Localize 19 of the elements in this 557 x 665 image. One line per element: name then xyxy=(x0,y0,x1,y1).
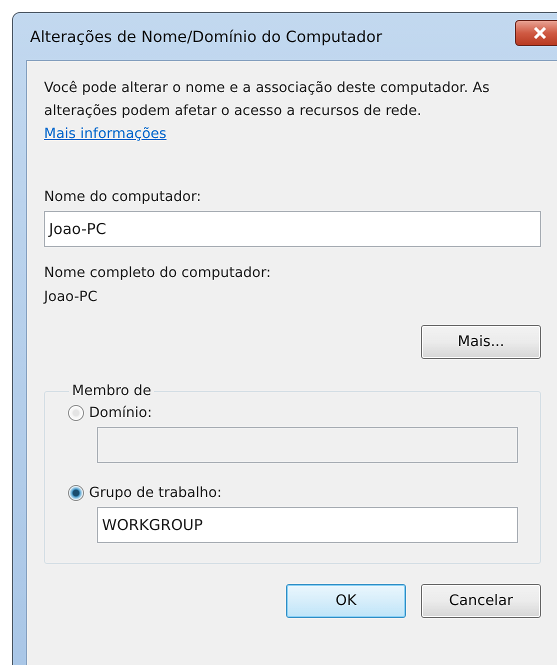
cancel-button[interactable]: Cancelar xyxy=(421,584,541,618)
full-name-text: Joao-PC xyxy=(44,289,98,305)
group-legend: Membro de xyxy=(69,383,154,399)
ok-button[interactable]: OK xyxy=(286,584,406,618)
more-info-link[interactable]: Mais informações xyxy=(44,126,166,142)
radio-button[interactable] xyxy=(68,405,84,421)
radio-label: Grupo de trabalho: xyxy=(89,485,222,501)
field-label: Nome completo do computador: xyxy=(44,265,272,281)
membership-field[interactable] xyxy=(97,427,518,463)
radio-button[interactable] xyxy=(68,485,84,501)
radio-label: Domínio: xyxy=(89,405,152,421)
computer-name-field[interactable]: Joao-PC xyxy=(44,211,541,247)
membership-field[interactable]: WORKGROUP xyxy=(97,507,518,543)
field-label: Nome do computador: xyxy=(44,189,202,205)
close-icon xyxy=(533,26,547,38)
close-button[interactable] xyxy=(515,20,557,46)
window-title: Alterações de Nome/Domínio do Computador xyxy=(30,28,382,46)
description-text: Você pode alterar o nome e a associação deste computador. As alterações podem afetar o acesso a recursos de rede. Mais informações xyxy=(44,79,491,144)
more-button[interactable]: Mais... xyxy=(421,325,541,359)
